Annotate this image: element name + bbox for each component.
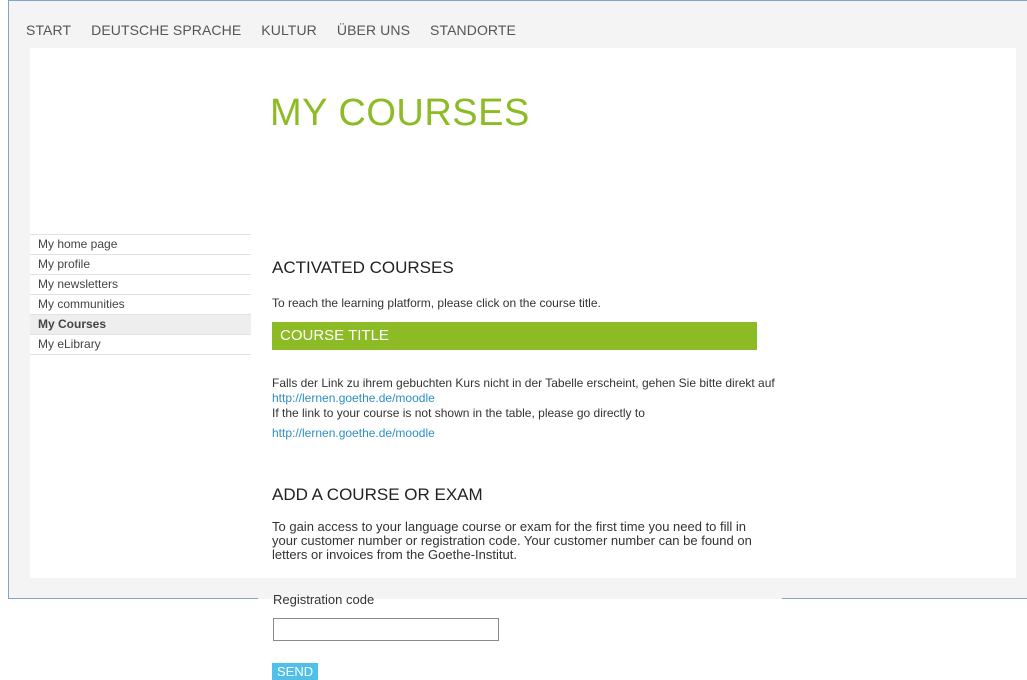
- moodle-link-1[interactable]: http://lernen.goethe.de/moodle: [272, 391, 435, 405]
- sidebar-menu: My home page My profile My newsletters M…: [30, 234, 251, 355]
- sidebar-item-newsletters[interactable]: My newsletters: [30, 274, 251, 294]
- main-navigation: START DEUTSCHE SPRACHE KULTUR ÜBER UNS S…: [26, 22, 536, 38]
- frame-divider-right: [782, 598, 1027, 599]
- registration-code-input[interactable]: [273, 618, 499, 641]
- course-note-en: If the link to your course is not shown …: [272, 406, 645, 420]
- course-title-header: COURSE TITLE: [272, 322, 757, 350]
- add-course-heading: ADD A COURSE OR EXAM: [272, 485, 483, 504]
- sidebar-item-profile[interactable]: My profile: [30, 254, 251, 274]
- sidebar-item-communities[interactable]: My communities: [30, 294, 251, 314]
- add-course-description: To gain access to your language course o…: [272, 519, 752, 562]
- registration-code-label: Registration code: [273, 592, 375, 607]
- sidebar-item-home-page[interactable]: My home page: [30, 234, 251, 254]
- activated-instruction: To reach the learning platform, please c…: [272, 296, 601, 310]
- nav-kultur[interactable]: KULTUR: [261, 22, 317, 38]
- nav-start[interactable]: START: [26, 22, 71, 38]
- send-button[interactable]: SEND: [272, 663, 319, 680]
- sidebar-item-elibrary[interactable]: My eLibrary: [30, 334, 251, 355]
- nav-deutsche-sprache[interactable]: DEUTSCHE SPRACHE: [91, 22, 241, 38]
- frame-divider-left: [8, 598, 258, 599]
- nav-standorte[interactable]: STANDORTE: [430, 22, 516, 38]
- sidebar-item-courses[interactable]: My Courses: [30, 314, 251, 334]
- activated-courses-heading: ACTIVATED COURSES: [272, 258, 454, 277]
- nav-ueber-uns[interactable]: ÜBER UNS: [337, 22, 410, 38]
- page-title: MY COURSES: [270, 92, 530, 134]
- moodle-link-2[interactable]: http://lernen.goethe.de/moodle: [272, 426, 435, 440]
- course-note-de: Falls der Link zu ihrem gebuchten Kurs n…: [272, 376, 775, 390]
